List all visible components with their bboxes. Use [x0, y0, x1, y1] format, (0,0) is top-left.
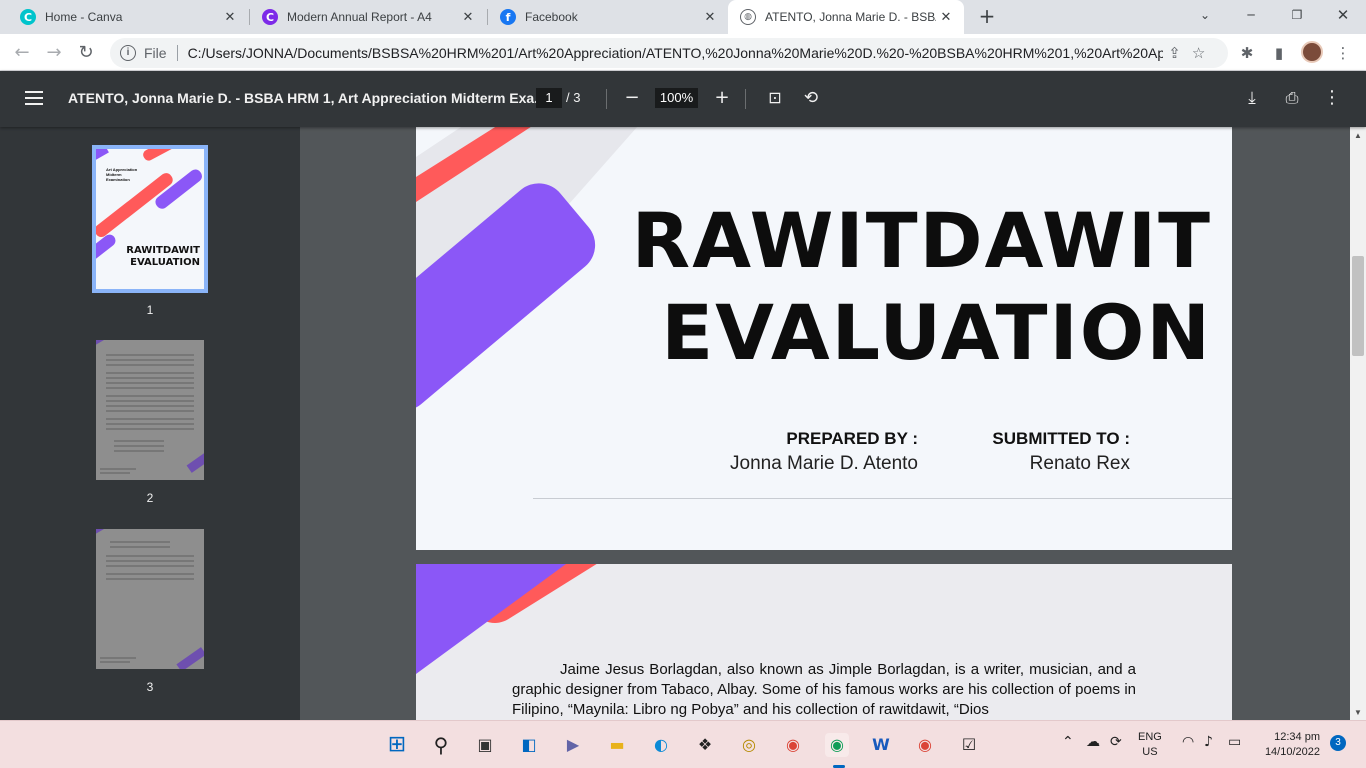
avatar[interactable] — [1301, 41, 1323, 63]
fit-page-icon[interactable]: ⊡ — [763, 86, 787, 110]
pdf-page-2: Jaime Jesus Borlagdan, also known as Jim… — [416, 564, 1232, 720]
more-options-icon[interactable]: ⋮ — [1320, 86, 1344, 110]
file-explorer-icon[interactable]: ▬ — [605, 733, 629, 757]
language-indicator[interactable]: ENG US — [1138, 730, 1162, 760]
page-number-input[interactable]: 1 — [536, 88, 562, 108]
close-tab-icon[interactable]: ✕ — [936, 10, 956, 25]
minimize-button[interactable]: ─ — [1228, 0, 1274, 30]
new-tab-button[interactable]: + — [976, 5, 998, 27]
notification-badge[interactable]: 3 — [1330, 735, 1346, 751]
side-panel-icon[interactable]: ▮ — [1268, 42, 1290, 64]
cover-title-line-2: EVALUATION — [661, 288, 1212, 377]
app-window: C Home - Canva ✕ C Modern Annual Report … — [0, 0, 1366, 768]
canva-icon: C — [20, 9, 36, 25]
bookmark-star-icon[interactable]: ☆ — [1187, 44, 1211, 62]
edge-icon[interactable]: ◐ — [649, 733, 673, 757]
share-icon[interactable]: ⇪ — [1163, 44, 1187, 62]
address-toolbar: ← → ↻ i File C:/Users/JONNA/Documents/BS… — [0, 34, 1366, 71]
info-icon[interactable]: i — [120, 45, 136, 61]
divider — [533, 498, 1232, 499]
thumbnail-page-3[interactable] — [96, 529, 204, 669]
close-tab-icon[interactable]: ✕ — [700, 10, 720, 25]
tab-search-icon[interactable]: ⌄ — [1182, 0, 1228, 30]
chevron-up-icon[interactable]: ⌃ — [1062, 734, 1074, 750]
print-icon[interactable]: ⎙ — [1280, 86, 1304, 110]
dropbox-icon[interactable]: ❖ — [693, 733, 717, 757]
tab-annual-report[interactable]: C Modern Annual Report - A4 ✕ — [250, 0, 486, 34]
download-icon[interactable]: ⤓ — [1240, 86, 1264, 110]
taskbar: ⊞ ⚲ ▣ ◧ ▶ ▬ ◐ ❖ ◎ ◉ ◉ W ◉ ☑ ⌃ ☁ ⟳ ENG US… — [0, 720, 1366, 768]
restore-button[interactable]: ❐ — [1274, 0, 1320, 30]
battery-icon[interactable]: ▭ — [1228, 734, 1241, 750]
sync-icon[interactable]: ⟳ — [1110, 734, 1122, 750]
clock[interactable]: 12:34 pm 14/10/2022 — [1258, 730, 1320, 760]
forward-button[interactable]: → — [42, 41, 66, 65]
thumbnail-page-2[interactable] — [96, 340, 204, 480]
more-menu-icon[interactable]: ⋮ — [1332, 42, 1354, 64]
pdf-title: ATENTO, Jonna Marie D. - BSBA HRM 1, Art… — [68, 90, 546, 106]
address-bar[interactable]: i File C:/Users/JONNA/Documents/BSBSA%20… — [110, 38, 1228, 68]
windows-start-icon[interactable]: ⊞ — [385, 733, 409, 757]
close-window-button[interactable]: ✕ — [1320, 0, 1366, 30]
tasks-icon[interactable]: ☑ — [957, 733, 981, 757]
widgets-icon[interactable]: ◧ — [517, 733, 541, 757]
close-tab-icon[interactable]: ✕ — [220, 10, 240, 25]
zoom-input[interactable]: 100% — [655, 88, 698, 108]
globe-icon: ◍ — [740, 9, 756, 25]
cloud-icon[interactable]: ☁ — [1086, 734, 1100, 750]
task-view-icon[interactable]: ▣ — [473, 733, 497, 757]
pdf-page-1: RAWITDAWIT EVALUATION PREPARED BY : Jonn… — [416, 127, 1232, 550]
tab-facebook[interactable]: f Facebook ✕ — [488, 0, 728, 34]
norton-icon[interactable]: ◎ — [737, 733, 761, 757]
zoom-out-button[interactable]: − — [620, 86, 644, 110]
cover-title-line-1: RAWITDAWIT — [631, 196, 1212, 285]
rotate-icon[interactable]: ⟲ — [799, 86, 823, 110]
word-icon[interactable]: W — [869, 733, 893, 757]
essay-paragraph: Jaime Jesus Borlagdan, also known as Jim… — [512, 661, 1136, 718]
close-tab-icon[interactable]: ✕ — [458, 10, 478, 25]
chrome-active-icon[interactable]: ◉ — [825, 733, 849, 757]
pdf-content[interactable]: RAWITDAWIT EVALUATION PREPARED BY : Jonn… — [300, 127, 1350, 720]
submitted-to-block: SUBMITTED TO : Renato Rex — [992, 429, 1130, 474]
scrollbar-thumb[interactable] — [1352, 256, 1364, 356]
url-text[interactable]: C:/Users/JONNA/Documents/BSBSA%20HRM%201… — [188, 45, 1163, 61]
reload-button[interactable]: ↻ — [74, 41, 98, 65]
zoom-in-button[interactable]: + — [710, 86, 734, 110]
search-icon[interactable]: ⚲ — [429, 733, 453, 757]
wifi-icon[interactable]: ◠ — [1182, 734, 1194, 750]
scrollbar[interactable]: ▲ ▼ — [1350, 127, 1366, 720]
chrome-profile-2-icon[interactable]: ◉ — [913, 733, 937, 757]
volume-icon[interactable]: ♪ — [1204, 734, 1213, 750]
back-button[interactable]: ← — [10, 41, 34, 65]
prepared-by-block: PREPARED BY : Jonna Marie D. Atento — [730, 429, 918, 474]
menu-icon[interactable] — [25, 91, 43, 105]
pdf-toolbar: ATENTO, Jonna Marie D. - BSBA HRM 1, Art… — [0, 71, 1366, 127]
tab-home-canva[interactable]: C Home - Canva ✕ — [8, 0, 248, 34]
thumbnail-page-1[interactable]: Art Appreciation Midterm Examination RAW… — [92, 145, 208, 293]
facebook-icon: f — [500, 9, 516, 25]
extensions-icon[interactable]: ✱ — [1236, 42, 1258, 64]
chrome-profile-1-icon[interactable]: ◉ — [781, 733, 805, 757]
tab-pdf-active[interactable]: ◍ ATENTO, Jonna Marie D. - BSBA H ✕ — [728, 0, 964, 34]
chat-icon[interactable]: ▶ — [561, 733, 585, 757]
page-total: / 3 — [566, 90, 581, 105]
canva-icon: C — [262, 9, 278, 25]
thumbnail-sidebar: Art Appreciation Midterm Examination RAW… — [0, 127, 300, 720]
tab-strip: C Home - Canva ✕ C Modern Annual Report … — [0, 0, 1366, 34]
